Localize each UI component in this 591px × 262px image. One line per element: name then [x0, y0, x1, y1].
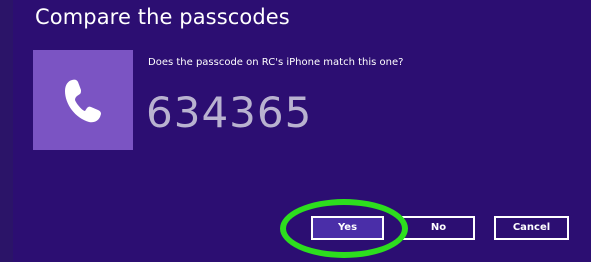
passcode-value: 634365 [146, 88, 313, 137]
phone-icon [65, 79, 101, 123]
yes-button[interactable]: Yes [311, 216, 384, 240]
no-button[interactable]: No [402, 216, 475, 240]
dialog-title: Compare the passcodes [35, 5, 290, 29]
passcode-question: Does the passcode on RC's iPhone match t… [148, 57, 404, 68]
cancel-button[interactable]: Cancel [494, 216, 569, 240]
phone-icon-tile [33, 50, 133, 150]
pairing-dialog: Compare the passcodes Does the passcode … [0, 0, 591, 262]
